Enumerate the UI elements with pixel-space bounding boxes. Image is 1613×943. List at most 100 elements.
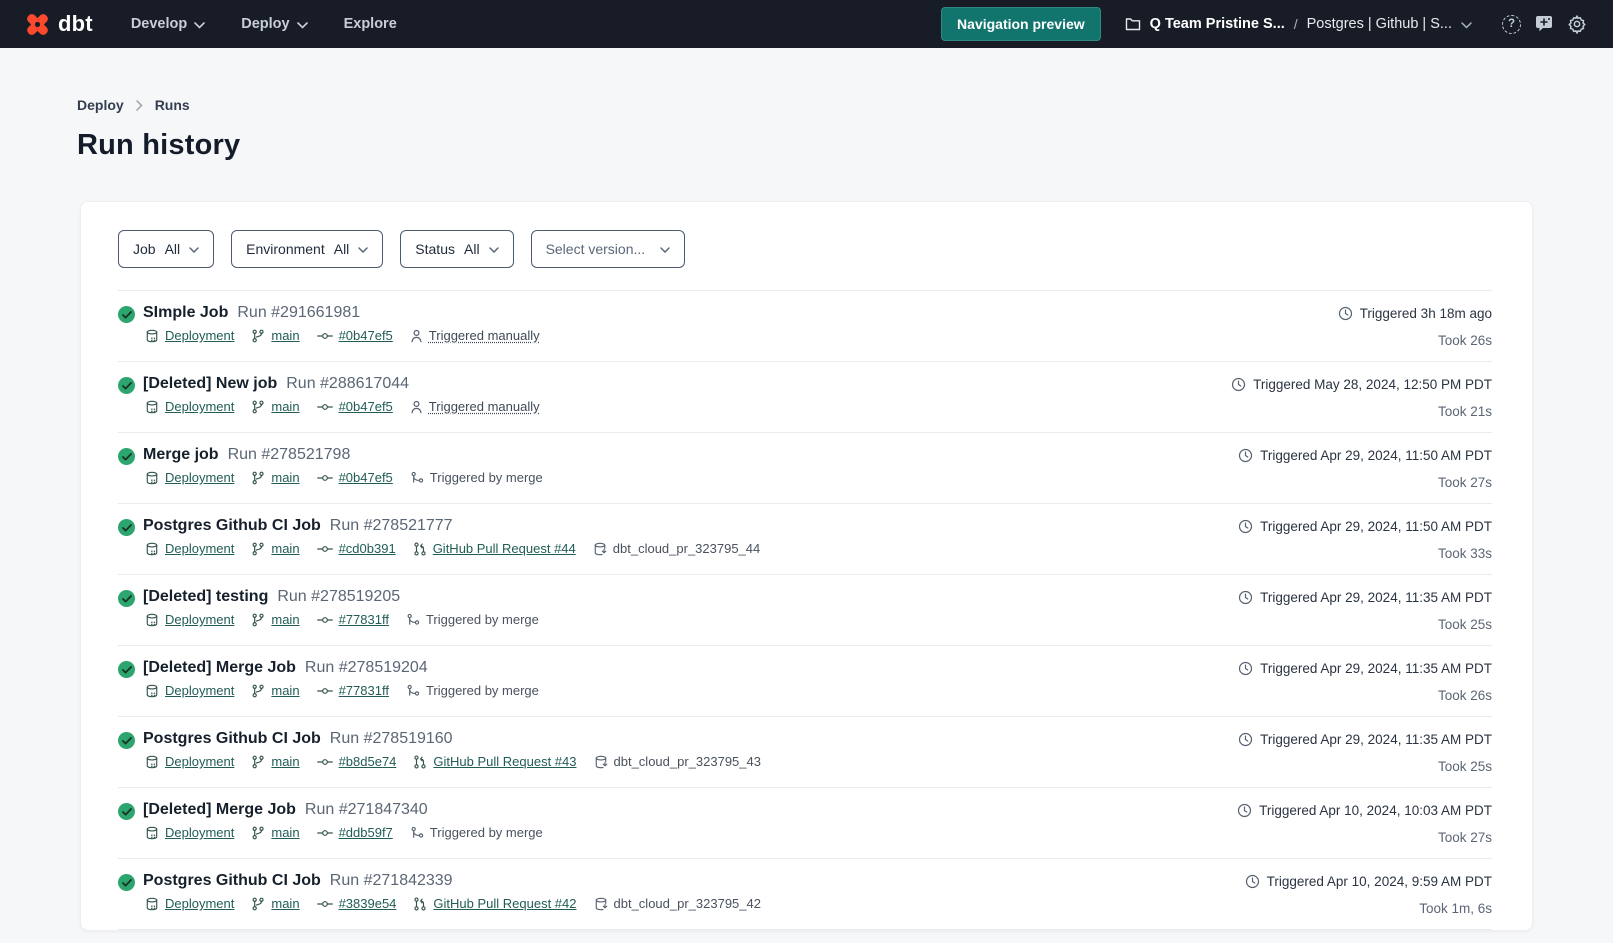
branch-link[interactable]: main: [271, 328, 299, 343]
run-row-left: [Deleted] Merge Job Run #271847340 Deplo…: [118, 801, 543, 840]
environment-link[interactable]: Deployment: [165, 754, 234, 769]
branch-link[interactable]: main: [271, 541, 299, 556]
branch-link[interactable]: main: [271, 896, 299, 911]
branch-link[interactable]: main: [271, 612, 299, 627]
environment-link[interactable]: Deployment: [165, 328, 234, 343]
run-row[interactable]: Merge job Run #278521798 Deployment: [118, 433, 1492, 504]
git-branch-icon: [251, 542, 265, 556]
chevron-down-icon[interactable]: [1461, 22, 1472, 29]
run-number: Run #271847340: [305, 801, 428, 819]
nav-menu-explore[interactable]: Explore: [344, 16, 397, 32]
triggered-text: Triggered 3h 18m ago: [1360, 306, 1492, 321]
commit-link-item: #cd0b391: [317, 541, 396, 556]
settings-gear-icon[interactable]: [1567, 14, 1587, 34]
database-schema-icon: [594, 897, 608, 911]
feedback-icon[interactable]: [1534, 15, 1554, 33]
branch-link-item: main: [251, 399, 299, 414]
run-row-left: [Deleted] testing Run #278519205 Deploym…: [118, 588, 539, 627]
commit-link[interactable]: #3839e54: [339, 896, 397, 911]
took-text: Took 27s: [1238, 475, 1492, 490]
run-row-left: Postgres Github CI Job Run #271842339 De…: [118, 872, 761, 911]
dbt-logo[interactable]: dbt: [24, 11, 93, 38]
git-branch-icon: [251, 684, 265, 698]
pull-request-link[interactable]: GitHub Pull Request #42: [433, 896, 576, 911]
run-row[interactable]: [Deleted] Merge Job Run #271847340 Deplo…: [118, 788, 1492, 859]
triggered-text: Triggered Apr 29, 2024, 11:50 AM PDT: [1260, 448, 1492, 463]
run-meta-line: Deployment main #cd0b391: [143, 541, 760, 556]
pull-request-link[interactable]: GitHub Pull Request #44: [433, 541, 576, 556]
git-commit-icon: [317, 329, 333, 343]
commit-link[interactable]: #0b47ef5: [339, 328, 393, 343]
project-name[interactable]: Postgres | Github | S...: [1307, 16, 1452, 32]
branch-link-item: main: [251, 683, 299, 698]
nav-menu-develop[interactable]: Develop: [131, 16, 205, 32]
trigger-manual-label[interactable]: Triggered manually: [429, 399, 540, 414]
environment-link[interactable]: Deployment: [165, 612, 234, 627]
branch-link[interactable]: main: [271, 470, 299, 485]
clock-icon: [1238, 519, 1253, 534]
deployment-environment-icon: [145, 329, 159, 343]
environment-link[interactable]: Deployment: [165, 399, 234, 414]
database-schema-icon: [593, 542, 607, 556]
branch-link[interactable]: main: [271, 754, 299, 769]
account-name[interactable]: Q Team Pristine S...: [1150, 16, 1285, 32]
environment-link[interactable]: Deployment: [165, 541, 234, 556]
run-row[interactable]: [Deleted] New job Run #288617044 Deploym…: [118, 362, 1492, 433]
version-filter-dropdown[interactable]: Select version...: [531, 230, 686, 268]
run-row[interactable]: [Deleted] testing Run #278519205 Deploym…: [118, 575, 1492, 646]
nav-menu-deploy[interactable]: Deploy: [241, 16, 307, 32]
run-number: Run #278521777: [330, 517, 453, 535]
environment-link[interactable]: Deployment: [165, 825, 234, 840]
run-row[interactable]: [Deleted] Merge Job Run #278519204 Deplo…: [118, 646, 1492, 717]
job-filter-dropdown[interactable]: Job All: [118, 230, 214, 268]
commit-link[interactable]: #77831ff: [339, 612, 389, 627]
breadcrumb-deploy[interactable]: Deploy: [77, 97, 124, 113]
commit-link[interactable]: #0b47ef5: [339, 470, 393, 485]
folder-icon: [1125, 17, 1141, 31]
git-branch-icon: [251, 613, 265, 627]
breadcrumb-runs[interactable]: Runs: [155, 97, 190, 113]
run-meta-line: Deployment main #ddb59f7: [143, 825, 543, 840]
run-row[interactable]: Postgres Github CI Job Run #278519160 De…: [118, 717, 1492, 788]
git-commit-icon: [317, 471, 333, 485]
navigation-preview-button[interactable]: Navigation preview: [941, 7, 1101, 41]
commit-link[interactable]: #ddb59f7: [339, 825, 393, 840]
help-icon[interactable]: ?: [1502, 15, 1521, 34]
pull-request-link[interactable]: GitHub Pull Request #43: [433, 754, 576, 769]
environment-link[interactable]: Deployment: [165, 896, 234, 911]
environment-link-item: Deployment: [145, 541, 234, 556]
run-row[interactable]: Postgres Github CI Job Run #271842339 De…: [118, 859, 1492, 930]
branch-link[interactable]: main: [271, 399, 299, 414]
took-text: Took 26s: [1238, 688, 1492, 703]
pull-request-link-item: GitHub Pull Request #44: [413, 541, 576, 556]
deployment-environment-icon: [145, 684, 159, 698]
environment-link[interactable]: Deployment: [165, 470, 234, 485]
run-row-right: Triggered 3h 18m ago Took 26s: [1338, 304, 1492, 348]
run-meta-line: Deployment main #0b47ef5: [143, 399, 540, 414]
trigger-manual-label[interactable]: Triggered manually: [429, 328, 540, 343]
branch-link[interactable]: main: [271, 825, 299, 840]
commit-link[interactable]: #77831ff: [339, 683, 389, 698]
took-text: Took 25s: [1238, 759, 1492, 774]
run-row[interactable]: Postgres Github CI Job Run #278521777 De…: [118, 504, 1492, 575]
commit-link[interactable]: #b8d5e74: [339, 754, 397, 769]
run-row[interactable]: SImple Job Run #291661981 Deployment: [118, 291, 1492, 362]
commit-link[interactable]: #0b47ef5: [339, 399, 393, 414]
nav-menu-label: Deploy: [241, 16, 289, 32]
schema-name: dbt_cloud_pr_323795_43: [614, 754, 761, 769]
filter-label: Job: [133, 241, 156, 257]
commit-link-item: #77831ff: [317, 612, 389, 627]
run-row-right: Triggered Apr 29, 2024, 11:35 AM PDT Too…: [1238, 730, 1492, 774]
branch-link-item: main: [251, 612, 299, 627]
page-body: Deploy Runs Run history: [0, 48, 1613, 162]
commit-link[interactable]: #cd0b391: [339, 541, 396, 556]
environment-filter-dropdown[interactable]: Environment All: [231, 230, 383, 268]
run-job-name: [Deleted] New job: [143, 375, 277, 393]
commit-link-item: #0b47ef5: [317, 470, 393, 485]
run-job-name: [Deleted] Merge Job: [143, 659, 296, 677]
branch-link[interactable]: main: [271, 683, 299, 698]
triggered-line: Triggered Apr 10, 2024, 9:59 AM PDT: [1245, 874, 1492, 889]
environment-link[interactable]: Deployment: [165, 683, 234, 698]
run-success-status-icon: [118, 377, 135, 394]
status-filter-dropdown[interactable]: Status All: [400, 230, 513, 268]
